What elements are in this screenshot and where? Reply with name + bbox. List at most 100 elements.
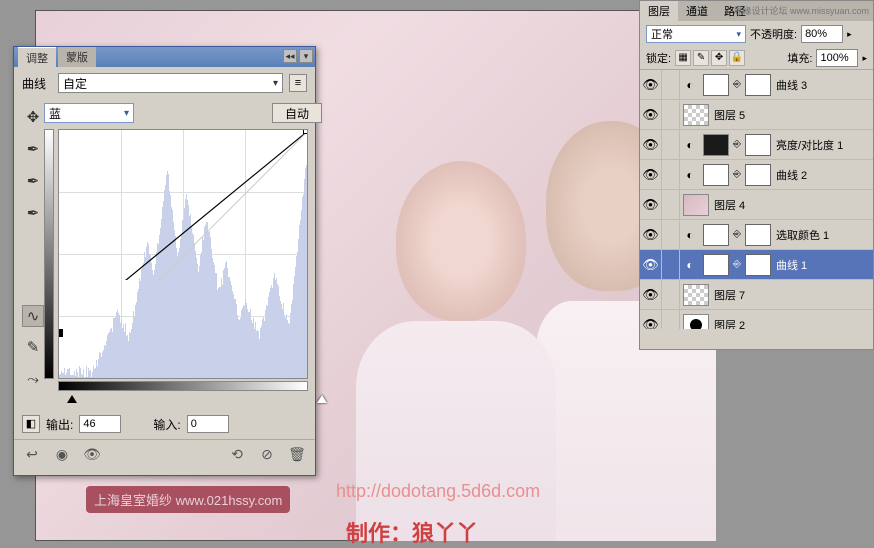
curve-point-highlight[interactable] [303, 129, 308, 134]
link-cell[interactable] [662, 190, 680, 220]
target-adjust-icon[interactable]: ✥ [22, 107, 44, 129]
lock-transparency-icon[interactable]: ▦ [675, 50, 691, 66]
fill-field[interactable] [816, 49, 858, 67]
eyedropper-gray-icon[interactable]: ✒ [22, 171, 44, 193]
layer-row[interactable]: 👁◐⎆亮度/对比度 1 [640, 130, 873, 160]
mask-thumbnail[interactable] [745, 254, 771, 276]
layer-thumbnail[interactable] [703, 254, 729, 276]
layer-name[interactable]: 亮度/对比度 1 [774, 137, 873, 153]
layer-name[interactable]: 选取颜色 1 [774, 227, 873, 243]
previous-state-icon[interactable]: ⟲ [227, 444, 247, 464]
menu-icon[interactable]: ▾ [299, 49, 313, 63]
black-point-slider[interactable] [67, 395, 77, 403]
smooth-icon[interactable]: ⤳ [22, 369, 44, 391]
fill-stepper-icon[interactable]: ▸ [862, 53, 867, 64]
output-field[interactable] [79, 415, 121, 433]
link-cell[interactable] [662, 310, 680, 330]
blend-mode-select[interactable]: 正常 [646, 25, 746, 43]
adjustment-icon: ◐ [680, 78, 700, 92]
layer-row[interactable]: 👁◐⎆曲线 1 [640, 250, 873, 280]
layer-row[interactable]: 👁 图层 4 [640, 190, 873, 220]
output-label: 输出: [46, 416, 73, 433]
mask-thumbnail[interactable] [745, 74, 771, 96]
layer-thumbnail[interactable] [703, 224, 729, 246]
visibility-toggle-icon[interactable]: 👁 [640, 160, 662, 190]
channel-select[interactable]: 蓝 [44, 103, 134, 123]
layer-name[interactable]: 曲线 3 [774, 77, 873, 93]
clip-preview-icon[interactable]: ◧ [22, 415, 40, 433]
layer-name[interactable]: 图层 5 [712, 107, 873, 123]
layer-thumbnail[interactable] [683, 284, 709, 306]
visibility-toggle-icon[interactable]: 👁 [640, 70, 662, 100]
opacity-stepper-icon[interactable]: ▸ [847, 29, 852, 40]
visibility-toggle-icon[interactable]: 👁 [640, 100, 662, 130]
visibility-toggle-icon[interactable]: 👁 [640, 220, 662, 250]
curves-graph[interactable] [58, 129, 308, 379]
eyedropper-black-icon[interactable]: ✒ [22, 139, 44, 161]
link-cell[interactable] [662, 130, 680, 160]
tab-channels[interactable]: 通道 [678, 1, 716, 21]
white-point-slider[interactable] [317, 395, 327, 403]
link-cell[interactable] [662, 70, 680, 100]
link-cell[interactable] [662, 160, 680, 190]
visibility-toggle-icon[interactable]: 👁 [640, 130, 662, 160]
expand-icon[interactable]: ◉ [52, 444, 72, 464]
fill-label: 填充: [787, 50, 812, 66]
panel-titlebar[interactable]: 调整 蒙版 ◂◂ ▾ [14, 47, 315, 67]
tab-masks[interactable]: 蒙版 [58, 47, 96, 67]
visibility-toggle-icon[interactable]: 👁 [640, 280, 662, 310]
tab-adjustments[interactable]: 调整 [18, 47, 56, 68]
mask-thumbnail[interactable] [745, 134, 771, 156]
layer-row[interactable]: 👁 图层 7 [640, 280, 873, 310]
input-field[interactable] [187, 415, 229, 433]
visibility-icon[interactable]: 👁 [82, 444, 102, 464]
layer-name[interactable]: 图层 2 [712, 317, 873, 330]
auto-button[interactable]: 自动 [272, 103, 322, 123]
eyedropper-white-icon[interactable]: ✒ [22, 203, 44, 225]
input-label: 输入: [153, 416, 180, 433]
curve-mode-icon[interactable]: ∿ [22, 305, 44, 327]
layer-row[interactable]: 👁 图层 2 [640, 310, 873, 329]
visibility-toggle-icon[interactable]: 👁 [640, 310, 662, 330]
layer-name[interactable]: 图层 4 [712, 197, 873, 213]
return-icon[interactable]: ↩ [22, 444, 42, 464]
link-cell[interactable] [662, 220, 680, 250]
pencil-mode-icon[interactable]: ✎ [22, 337, 44, 359]
reset-icon[interactable]: ⊘ [257, 444, 277, 464]
collapse-icon[interactable]: ◂◂ [283, 49, 297, 63]
adjustments-panel: 调整 蒙版 ◂◂ ▾ 曲线 自定 ≡ ✥ ✒ ✒ ✒ ∿ ✎ ⤳ 蓝 自动 [13, 46, 316, 476]
layer-thumbnail[interactable] [683, 194, 709, 216]
layer-name[interactable]: 曲线 1 [774, 257, 873, 273]
lock-all-icon[interactable]: 🔒 [729, 50, 745, 66]
lock-position-icon[interactable]: ✥ [711, 50, 727, 66]
visibility-toggle-icon[interactable]: 👁 [640, 190, 662, 220]
layer-name[interactable]: 曲线 2 [774, 167, 873, 183]
layer-thumbnail[interactable] [703, 164, 729, 186]
layer-name[interactable]: 图层 7 [712, 287, 873, 303]
preset-select[interactable]: 自定 [58, 73, 283, 93]
layer-thumbnail[interactable] [703, 134, 729, 156]
lock-pixels-icon[interactable]: ✎ [693, 50, 709, 66]
mask-thumbnail[interactable] [745, 164, 771, 186]
layer-row[interactable]: 👁◐⎆曲线 3 [640, 70, 873, 100]
layer-thumbnail[interactable] [703, 74, 729, 96]
visibility-toggle-icon[interactable]: 👁 [640, 250, 662, 280]
panel-footer: ↩ ◉ 👁 ⟲ ⊘ 🗑 [14, 439, 315, 468]
layer-thumbnail[interactable] [683, 314, 709, 330]
delete-icon[interactable]: 🗑 [287, 444, 307, 464]
tab-layers[interactable]: 图层 [640, 1, 678, 21]
layer-row[interactable]: 👁◐⎆曲线 2 [640, 160, 873, 190]
link-cell[interactable] [662, 250, 680, 280]
opacity-field[interactable] [801, 25, 843, 43]
layers-list[interactable]: 👁◐⎆曲线 3👁图层 5👁◐⎆亮度/对比度 1👁◐⎆曲线 2👁图层 4👁◐⎆选取… [640, 69, 873, 329]
link-cell[interactable] [662, 280, 680, 310]
photo-region [356, 321, 556, 541]
layer-row[interactable]: 👁 图层 5 [640, 100, 873, 130]
preset-menu-icon[interactable]: ≡ [289, 74, 307, 92]
layer-row[interactable]: 👁◐⎆选取颜色 1 [640, 220, 873, 250]
link-cell[interactable] [662, 100, 680, 130]
curve-point-shadow[interactable] [58, 329, 63, 337]
layer-thumbnail[interactable] [683, 104, 709, 126]
adjustment-icon: ◐ [680, 168, 700, 182]
mask-thumbnail[interactable] [745, 224, 771, 246]
